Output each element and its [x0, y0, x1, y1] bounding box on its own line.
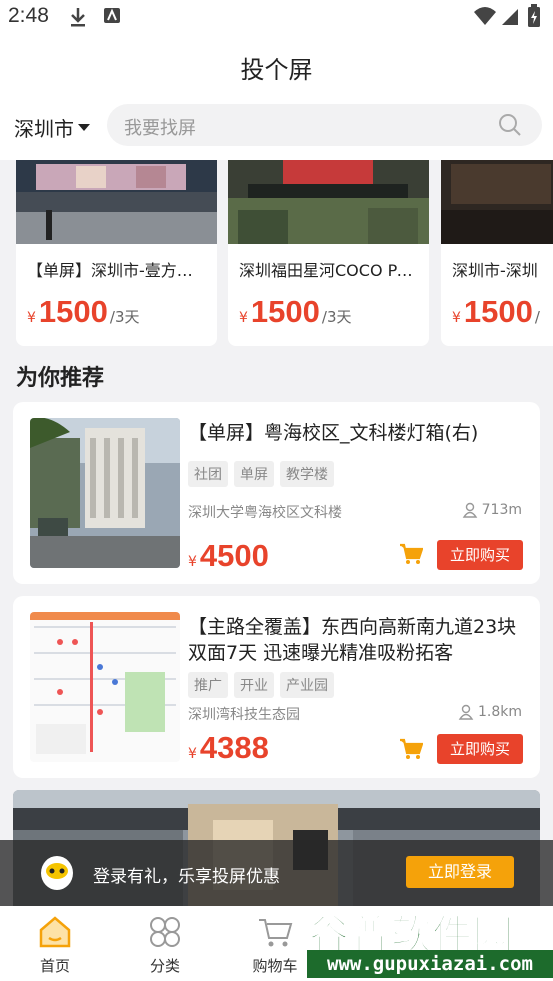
currency-symbol: ¥ — [239, 310, 248, 326]
recommend-location: 深圳湾科技生态园 — [188, 707, 300, 723]
tag: 推广 — [188, 672, 228, 698]
add-to-cart-icon[interactable] — [399, 543, 423, 565]
recommend-image — [30, 418, 180, 568]
featured-card[interactable]: 【单屏】深圳市-壹方… ¥ 1500 /3天 — [16, 160, 217, 346]
add-to-cart-icon[interactable] — [399, 738, 423, 760]
recommend-title: 【主路全覆盖】东西向高新南九道23块双面7天 迅速曝光精准吸粉拓客 — [188, 616, 517, 664]
watermark: 谷普软件园 www.gupuxiazai.com — [303, 896, 553, 981]
currency-symbol: ¥ — [452, 310, 461, 326]
featured-card[interactable]: 深圳市-深圳 ¥ 1500 / — [441, 160, 553, 346]
buy-now-button[interactable]: 立即购买 — [437, 540, 523, 570]
featured-name: 【单屏】深圳市-壹方… — [27, 261, 193, 280]
tab-label: 分类 — [149, 957, 180, 975]
signal-icon — [502, 9, 518, 25]
person-pin-icon — [458, 704, 474, 720]
featured-price: ¥ 1500 /3天 — [27, 294, 140, 330]
featured-card[interactable]: 深圳福田星河COCO Pa… ¥ 1500 /3天 — [228, 160, 429, 346]
status-time: 2:48 — [8, 4, 49, 27]
category-icon — [150, 917, 180, 947]
wifi-icon — [474, 7, 496, 25]
recommend-title: 【单屏】粤海校区_文科楼灯箱(右) — [188, 422, 479, 444]
distance: 1.8km — [458, 704, 522, 720]
price-value: 1500 — [38, 294, 108, 329]
recommend-price: ¥ 4500 — [188, 538, 269, 574]
tag: 教学楼 — [280, 461, 334, 487]
tab-category[interactable]: 分类 — [110, 906, 220, 981]
currency-symbol: ¥ — [27, 310, 36, 326]
tag-list: 社团 单屏 教学楼 — [188, 461, 334, 487]
price-value: 4388 — [199, 730, 269, 765]
tag: 单屏 — [234, 461, 274, 487]
featured-image — [441, 160, 553, 244]
currency-symbol: ¥ — [188, 746, 197, 762]
search-input[interactable]: 我要找屏 — [107, 104, 542, 146]
cart-icon — [259, 919, 293, 947]
section-title: 为你推荐 — [16, 366, 105, 391]
watermark-url: www.gupuxiazai.com — [307, 950, 553, 978]
price-unit: /3天 — [321, 308, 352, 326]
price-value: 1500 — [463, 294, 533, 329]
recommend-image — [30, 612, 180, 762]
title-bar: 投个屏 — [0, 34, 553, 98]
city-selector[interactable]: 深圳市 — [14, 113, 90, 142]
tag: 产业园 — [280, 672, 334, 698]
featured-price: ¥ 1500 / — [452, 294, 540, 330]
recommend-card[interactable]: 【主路全覆盖】东西向高新南九道23块双面7天 迅速曝光精准吸粉拓客 推广 开业 … — [13, 596, 540, 778]
tab-home[interactable]: 首页 — [0, 906, 110, 981]
price-value: 4500 — [199, 538, 269, 573]
distance-value: 713m — [481, 502, 522, 518]
featured-image — [228, 160, 429, 244]
price-unit: / — [534, 308, 540, 326]
battery-icon — [528, 4, 540, 27]
search-placeholder: 我要找屏 — [124, 118, 196, 139]
app-notification-icon — [104, 8, 120, 23]
currency-symbol: ¥ — [188, 554, 197, 570]
login-button[interactable]: 立即登录 — [406, 856, 514, 888]
city-label: 深圳市 — [14, 117, 74, 141]
person-pin-icon — [462, 502, 477, 518]
featured-carousel[interactable]: 【单屏】深圳市-壹方… ¥ 1500 /3天 深圳福田星河COCO Pa… ¥ … — [0, 160, 553, 350]
buy-now-button[interactable]: 立即购买 — [437, 734, 523, 764]
featured-name: 深圳市-深圳 — [452, 261, 538, 280]
featured-name: 深圳福田星河COCO Pa… — [239, 261, 421, 280]
login-prompt-text: 登录有礼，乐享投屏优惠 — [93, 867, 280, 887]
distance-value: 1.8km — [477, 704, 522, 720]
caret-down-icon — [78, 124, 90, 131]
tab-label: 首页 — [39, 957, 70, 975]
price-unit: /3天 — [109, 308, 140, 326]
featured-image — [16, 160, 217, 244]
download-icon — [71, 8, 85, 27]
distance: 713m — [462, 502, 522, 518]
search-icon[interactable] — [498, 113, 522, 137]
featured-price: ¥ 1500 /3天 — [239, 294, 352, 330]
tag: 社团 — [188, 461, 228, 487]
tag-list: 推广 开业 产业园 — [188, 672, 334, 698]
page-title: 投个屏 — [240, 56, 313, 84]
tag: 开业 — [234, 672, 274, 698]
home-icon — [39, 916, 71, 948]
search-row: 深圳市 我要找屏 — [0, 98, 553, 160]
recommend-location: 深圳大学粤海校区文科楼 — [188, 505, 342, 521]
recommend-price: ¥ 4388 — [188, 730, 269, 766]
mascot-icon — [41, 856, 73, 890]
price-value: 1500 — [250, 294, 320, 329]
status-bar: 2:48 — [0, 0, 553, 34]
recommend-card[interactable]: 【单屏】粤海校区_文科楼灯箱(右) 社团 单屏 教学楼 深圳大学粤海校区文科楼 … — [13, 402, 540, 584]
